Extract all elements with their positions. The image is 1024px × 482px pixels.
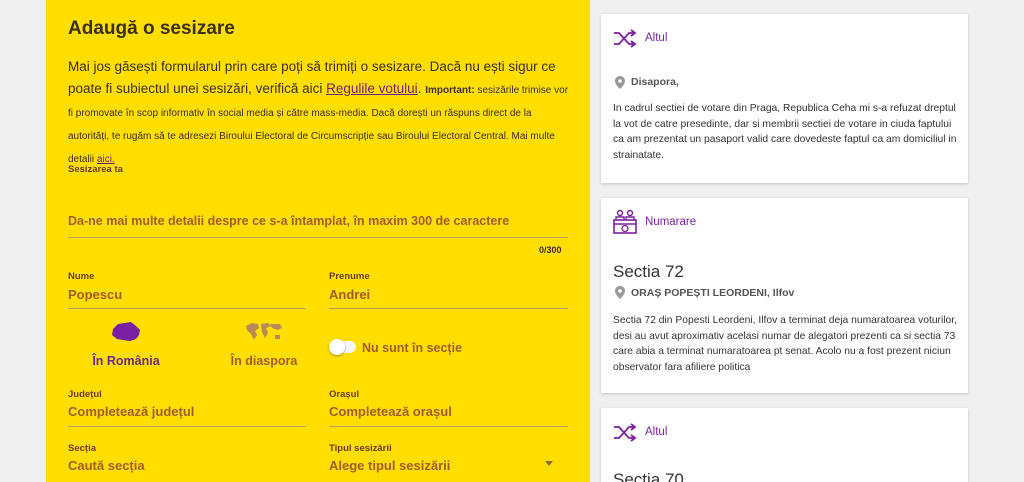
location-pin-icon	[615, 76, 625, 89]
card-location: Disapora,	[631, 76, 679, 88]
toggle-label: Nu sunt în secție	[362, 341, 463, 355]
card-text: In cadrul sectiei de votare din Praga, R…	[613, 103, 957, 161]
romania-map-icon	[112, 322, 140, 341]
report-textarea[interactable]: Da-ne mai multe detalii despre ce s-a în…	[68, 214, 509, 228]
card-category: Altul	[645, 426, 668, 438]
romania-option[interactable]: În România	[76, 320, 176, 368]
last-name-input[interactable]: Popescu	[68, 287, 122, 302]
type-label: Tipul sesizării	[329, 443, 392, 454]
card-section-title: Sectia 70	[613, 470, 684, 482]
chevron-down-icon[interactable]	[545, 461, 553, 466]
report-label: Sesizarea ta	[68, 164, 123, 175]
report-card[interactable]: Altul Sectia 70	[601, 408, 968, 482]
world-map-icon	[246, 323, 282, 340]
card-section-title: Sectia 72	[613, 262, 684, 281]
form-intro: Mai jos găsești formularul prin care poț…	[68, 59, 569, 165]
not-in-section-toggle[interactable]	[329, 339, 356, 355]
rules-link[interactable]: Regulile votului	[326, 81, 418, 96]
page-title: Adaugă o sesizare	[68, 18, 235, 39]
diaspora-option[interactable]: În diaspora	[209, 320, 319, 368]
important-label: Important:	[425, 85, 475, 96]
report-form: Adaugă o sesizare Mai jos găsești formul…	[46, 0, 590, 482]
location-pin-icon	[615, 286, 625, 299]
first-name-label: Prenume	[329, 271, 370, 282]
card-category: Numarare	[645, 216, 697, 228]
city-input[interactable]: Completează orașul	[329, 404, 452, 419]
report-card[interactable]: Numarare Sectia 72 ORAȘ POPEȘTI LEORDENI…	[601, 198, 968, 393]
card-category: Altul	[645, 32, 668, 44]
char-counter: 0/300	[539, 245, 562, 255]
section-label: Secția	[68, 443, 96, 454]
city-label: Orașul	[329, 389, 360, 400]
section-search-input[interactable]: Caută secția	[68, 458, 145, 473]
card-location: ORAȘ POPEȘTI LEORDENI, Ilfov	[631, 287, 795, 299]
last-name-label: Nume	[68, 271, 95, 282]
shuffle-icon	[614, 423, 637, 442]
first-name-input[interactable]: Andrei	[329, 287, 370, 302]
counting-icon	[613, 209, 637, 234]
shuffle-icon	[614, 29, 637, 48]
report-card[interactable]: Altul Disapora, In cadrul sectiei de vot…	[601, 14, 968, 183]
county-label: Județul	[68, 389, 102, 400]
county-input[interactable]: Completează județul	[68, 404, 194, 419]
type-select[interactable]: Alege tipul sesizării	[329, 458, 450, 473]
card-text: Sectia 72 din Popesti Leordeni, Ilfov a …	[613, 315, 958, 373]
